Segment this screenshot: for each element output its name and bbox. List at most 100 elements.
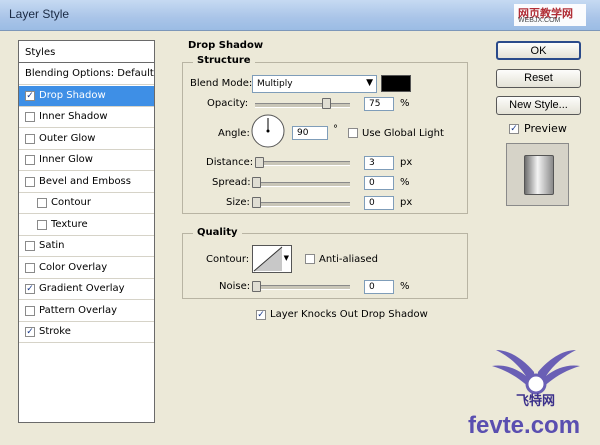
- style-item-checkbox[interactable]: [25, 112, 35, 122]
- spread-slider-thumb[interactable]: [252, 177, 261, 188]
- new-style-button[interactable]: New Style...: [496, 96, 581, 115]
- blend-mode-label: Blend Mode:: [190, 78, 253, 89]
- reset-button[interactable]: Reset: [496, 69, 581, 88]
- style-item-pattern-overlay[interactable]: Pattern Overlay: [19, 301, 154, 322]
- noise-slider-track[interactable]: [255, 285, 350, 290]
- watermark-bottom-text: fevte.com: [468, 412, 581, 439]
- style-item-label: Gradient Overlay: [39, 283, 125, 294]
- angle-unit: °: [333, 124, 338, 135]
- size-slider-thumb[interactable]: [252, 197, 261, 208]
- style-item-checkbox[interactable]: [25, 133, 35, 144]
- style-item-checkbox[interactable]: [25, 155, 35, 165]
- style-item-checkbox[interactable]: [25, 262, 35, 273]
- quality-title: Quality: [193, 227, 242, 238]
- style-item-label: Bevel and Emboss: [39, 175, 131, 187]
- contour-label: Contour:: [206, 254, 250, 265]
- opacity-field[interactable]: 75: [364, 97, 394, 111]
- drop-shadow-section-title: Drop Shadow: [188, 40, 264, 51]
- style-item-checkbox[interactable]: [25, 241, 35, 251]
- opacity-label: Opacity:: [207, 98, 249, 109]
- size-field[interactable]: 0: [364, 196, 394, 210]
- angle-dial[interactable]: [250, 113, 286, 149]
- layer-style-dialog: Layer Style 网页教学网 WEBJX.COM Styles Blend…: [0, 0, 600, 445]
- preview-swatch: [524, 155, 554, 195]
- anti-aliased-checkbox[interactable]: [305, 254, 315, 264]
- distance-slider-thumb[interactable]: [255, 157, 264, 168]
- noise-label: Noise:: [219, 281, 251, 292]
- size-unit: px: [400, 197, 413, 208]
- style-item-checkbox[interactable]: [37, 219, 47, 230]
- spread-slider-track[interactable]: [255, 182, 350, 187]
- style-item-inner-glow[interactable]: Inner Glow: [19, 150, 154, 171]
- blend-mode-select[interactable]: Multiply ▼: [252, 75, 377, 93]
- style-item-label: Pattern Overlay: [39, 304, 118, 316]
- style-item-label: Satin: [39, 240, 65, 251]
- structure-title: Structure: [193, 55, 255, 66]
- style-item-label: Contour: [51, 197, 91, 208]
- style-item-checkbox[interactable]: ✓: [25, 284, 35, 294]
- style-item-stroke[interactable]: ✓ Stroke: [19, 322, 154, 343]
- style-item-blending-options-default[interactable]: Blending Options: Default: [19, 64, 154, 85]
- opacity-unit: %: [400, 98, 410, 109]
- use-global-light-label[interactable]: Use Global Light: [362, 128, 444, 139]
- style-item-checkbox[interactable]: ✓: [25, 90, 35, 101]
- style-item-checkbox[interactable]: [37, 198, 47, 208]
- angle-label: Angle:: [218, 128, 250, 139]
- spread-unit: %: [400, 177, 410, 188]
- chevron-down-icon: ▼: [366, 78, 373, 88]
- contour-picker[interactable]: ▼: [252, 245, 292, 273]
- style-item-checkbox[interactable]: [25, 305, 35, 316]
- style-item-label: Color Overlay: [39, 261, 108, 273]
- style-item-color-overlay[interactable]: Color Overlay: [19, 258, 154, 279]
- title-bar: Layer Style 网页教学网 WEBJX.COM: [0, 0, 600, 31]
- style-item-bevel-and-emboss[interactable]: Bevel and Emboss: [19, 172, 154, 193]
- distance-unit: px: [400, 157, 413, 168]
- contour-chevron-down-icon: ▼: [283, 254, 289, 262]
- watermark-top-line2: WEBJX.COM: [518, 17, 561, 24]
- watermark-bottom-cn: 飞特网: [516, 394, 556, 409]
- style-item-contour[interactable]: Contour: [19, 193, 154, 214]
- style-item-texture[interactable]: Texture: [19, 215, 154, 236]
- watermark-top: 网页教学网 WEBJX.COM: [514, 4, 586, 26]
- spread-field[interactable]: 0: [364, 176, 394, 190]
- style-item-drop-shadow[interactable]: ✓ Drop Shadow: [19, 85, 154, 107]
- style-item-label: Blending Options: Default: [25, 68, 154, 79]
- preview-checkbox[interactable]: ✓: [509, 124, 519, 134]
- noise-slider-thumb[interactable]: [252, 281, 261, 292]
- shadow-color-swatch[interactable]: [381, 75, 411, 92]
- style-item-outer-glow[interactable]: Outer Glow: [19, 129, 154, 150]
- size-slider-track[interactable]: [255, 202, 350, 207]
- use-global-light-checkbox[interactable]: [348, 128, 358, 138]
- window-title: Layer Style: [9, 7, 70, 21]
- noise-field[interactable]: 0: [364, 280, 394, 294]
- style-item-label: Inner Glow: [39, 154, 93, 165]
- style-item-label: Outer Glow: [39, 132, 96, 144]
- style-item-label: Inner Shadow: [39, 111, 108, 122]
- distance-field[interactable]: 3: [364, 156, 394, 170]
- blend-mode-value: Multiply: [257, 79, 293, 89]
- style-item-gradient-overlay[interactable]: ✓ Gradient Overlay: [19, 279, 154, 300]
- style-item-checkbox[interactable]: ✓: [25, 327, 35, 337]
- preview-label[interactable]: Preview: [524, 122, 567, 135]
- knockout-label[interactable]: Layer Knocks Out Drop Shadow: [270, 309, 428, 320]
- styles-header: Styles: [19, 41, 154, 63]
- opacity-slider-thumb[interactable]: [322, 98, 332, 109]
- ok-button[interactable]: OK: [496, 41, 581, 60]
- opacity-slider-track[interactable]: [255, 103, 350, 108]
- knockout-checkbox[interactable]: ✓: [256, 310, 266, 320]
- style-item-inner-shadow[interactable]: Inner Shadow: [19, 107, 154, 128]
- distance-label: Distance:: [206, 157, 254, 168]
- style-item-label: Stroke: [39, 326, 71, 337]
- distance-slider-track[interactable]: [255, 161, 350, 166]
- style-item-label: Drop Shadow: [39, 89, 106, 101]
- anti-aliased-label[interactable]: Anti-aliased: [319, 254, 378, 265]
- style-item-label: Texture: [51, 218, 88, 230]
- preview-thumbnail: [506, 143, 569, 206]
- styles-list: Styles Blending Options: Default ✓ Drop Sh…: [18, 40, 155, 423]
- contour-curve-icon: [253, 246, 283, 272]
- style-item-satin[interactable]: Satin: [19, 236, 154, 257]
- style-item-checkbox[interactable]: [25, 176, 35, 187]
- watermark-bottom: 飞特网 fevte.com: [462, 338, 598, 442]
- spread-label: Spread:: [212, 177, 251, 188]
- angle-field[interactable]: 90: [292, 126, 328, 140]
